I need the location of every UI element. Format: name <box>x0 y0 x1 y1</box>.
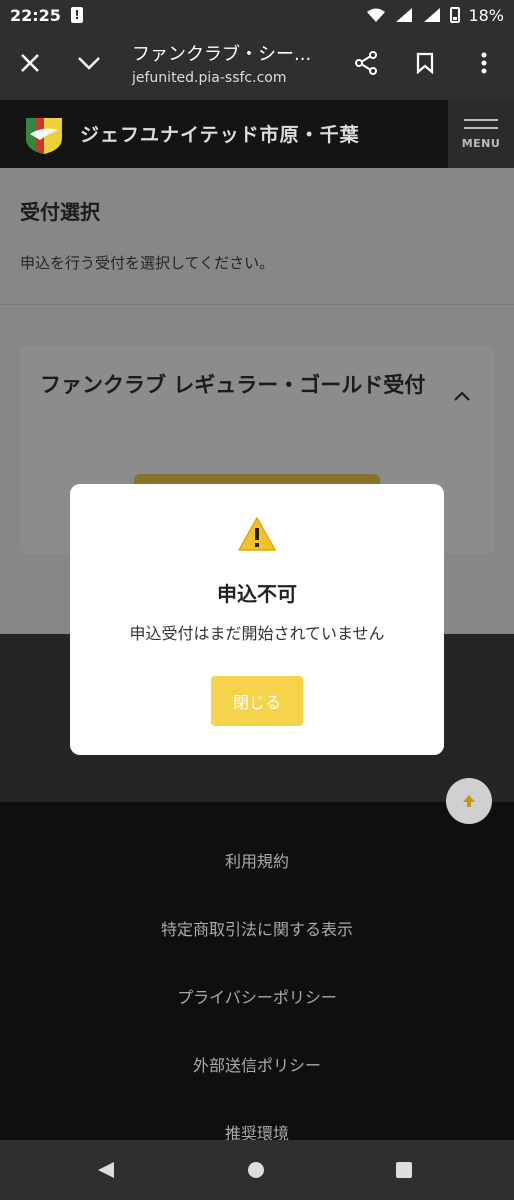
chevron-down-icon <box>78 57 100 70</box>
dialog-title: 申込不可 <box>217 582 297 606</box>
share-button[interactable] <box>351 48 381 78</box>
footer: 利用規約 特定商取引法に関する表示 プライバシーポリシー 外部送信ポリシー 推奨… <box>0 802 514 1143</box>
footer-link-commerce[interactable]: 特定商取引法に関する表示 <box>0 916 514 940</box>
back-icon <box>98 1162 114 1178</box>
dialog-message: 申込受付はまだ開始されていません <box>129 624 385 643</box>
collapse-button[interactable] <box>74 48 104 78</box>
warning-icon <box>238 517 276 551</box>
close-dialog-button[interactable]: 閉じる <box>211 676 303 726</box>
browser-title-area[interactable]: ファンクラブ・シー... jefunited.pia-ssfc.com <box>132 40 332 86</box>
share-icon <box>355 51 377 75</box>
footer-link-external[interactable]: 外部送信ポリシー <box>0 1052 514 1076</box>
arrow-up-icon <box>463 795 475 807</box>
system-nav-bar <box>0 1140 514 1200</box>
scroll-top-button[interactable] <box>446 778 492 824</box>
browser-toolbar: ファンクラブ・シー... jefunited.pia-ssfc.com <box>0 30 514 100</box>
menu-icon-bar <box>464 126 498 129</box>
battery-level: 18% <box>468 5 504 25</box>
status-time: 22:25 <box>10 5 61 25</box>
signal-icon-2 <box>424 8 441 22</box>
home-button[interactable] <box>244 1158 268 1182</box>
back-button[interactable] <box>94 1158 118 1182</box>
status-icons: 18% <box>366 6 504 25</box>
signal-icon <box>396 8 413 22</box>
recents-button[interactable] <box>392 1158 416 1182</box>
menu-icon <box>464 118 498 121</box>
home-icon <box>248 1162 264 1178</box>
menu-label: MENU <box>461 136 501 150</box>
menu-button[interactable]: MENU <box>448 100 514 168</box>
club-logo-icon[interactable] <box>22 112 66 156</box>
close-icon <box>21 54 39 72</box>
more-vert-icon <box>481 52 487 74</box>
bookmark-icon <box>416 52 434 74</box>
bookmark-button[interactable] <box>410 48 440 78</box>
footer-link-terms[interactable]: 利用規約 <box>0 848 514 872</box>
close-tab-button[interactable] <box>15 48 45 78</box>
club-name[interactable]: ジェフユナイテッド市原・千葉 <box>80 120 360 147</box>
more-options-button[interactable] <box>469 48 499 78</box>
error-dialog: 申込不可 申込受付はまだ開始されていません 閉じる <box>70 484 444 755</box>
status-bar: 22:25 ! 18% <box>0 0 514 30</box>
alert-icon: ! <box>70 7 83 23</box>
browser-url: jefunited.pia-ssfc.com <box>132 70 287 86</box>
wifi-icon <box>367 8 386 22</box>
recents-icon <box>396 1162 412 1178</box>
site-header: ジェフユナイテッド市原・千葉 MENU <box>0 100 514 168</box>
battery-icon <box>450 7 461 23</box>
browser-page-title: ファンクラブ・シー... <box>132 44 312 65</box>
footer-link-privacy[interactable]: プライバシーポリシー <box>0 984 514 1008</box>
